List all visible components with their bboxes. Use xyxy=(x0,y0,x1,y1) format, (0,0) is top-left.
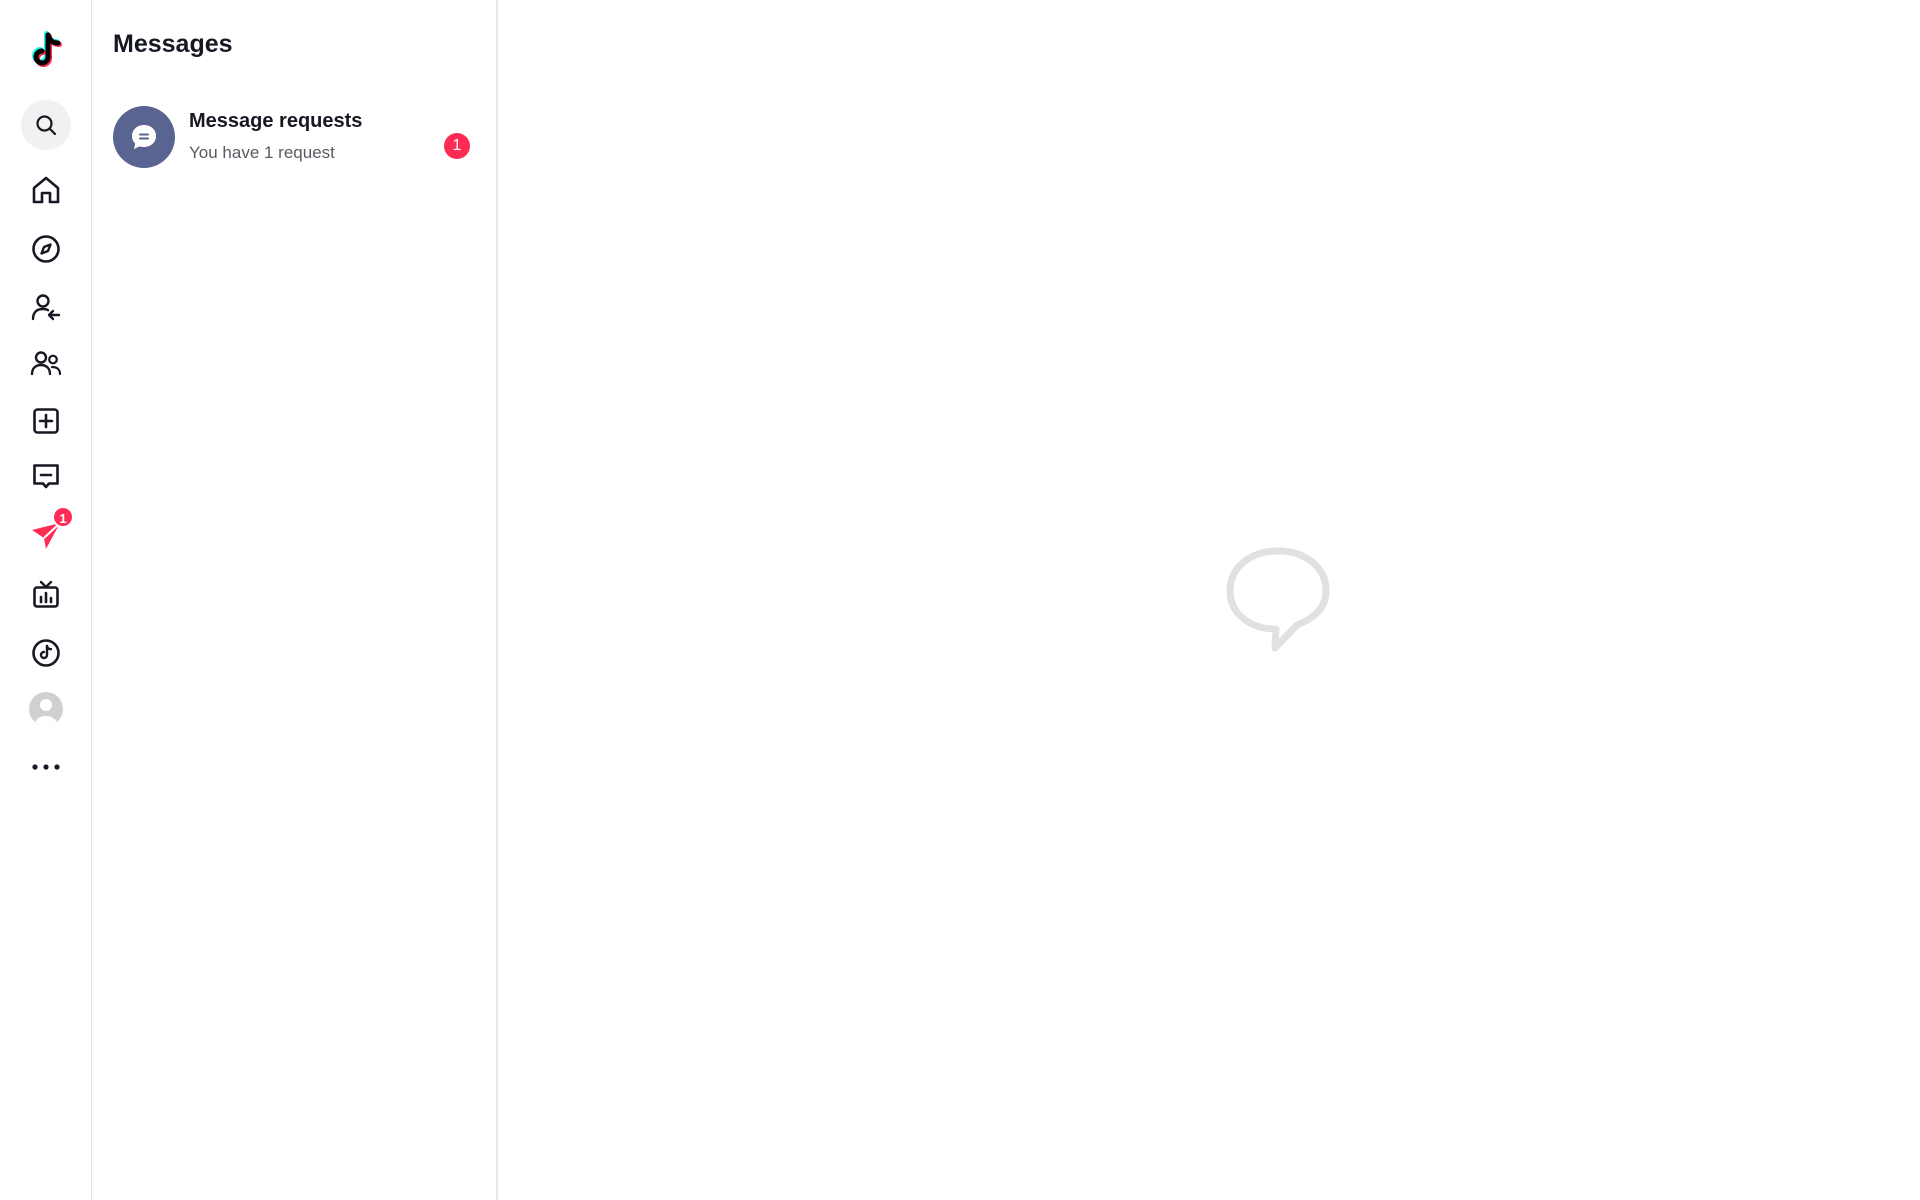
friends-icon xyxy=(30,351,62,376)
empty-chat-icon xyxy=(1226,547,1330,652)
nav-profile[interactable] xyxy=(21,684,71,734)
nav-home[interactable] xyxy=(21,165,71,215)
message-requests-item[interactable]: Message requests You have 1 request 1 xyxy=(92,100,496,174)
nav-inbox[interactable] xyxy=(21,452,71,502)
search-button[interactable] xyxy=(21,100,71,150)
messages-badge: 1 xyxy=(52,506,74,528)
nav-tiktok-studio[interactable] xyxy=(21,628,71,678)
logo-button[interactable] xyxy=(21,26,71,76)
conversation-area xyxy=(498,0,1920,1200)
home-icon xyxy=(32,176,60,204)
app-window: 1 Messages Message requests You have 1 r… xyxy=(0,0,1920,1200)
nav-messages[interactable]: 1 xyxy=(21,506,74,560)
nav-upload[interactable] xyxy=(21,396,71,446)
inbox-icon xyxy=(33,464,59,489)
nav-live[interactable] xyxy=(21,570,71,620)
more-icon xyxy=(32,764,60,770)
message-requests-title: Message requests xyxy=(189,110,363,132)
logo-icon xyxy=(32,31,62,67)
nav-following[interactable] xyxy=(21,283,71,333)
page-title: Messages xyxy=(113,30,233,58)
following-icon xyxy=(31,294,61,321)
messages-panel: Messages Message requests You have 1 req… xyxy=(92,0,498,1200)
chat-bubble-icon xyxy=(132,125,156,149)
profile-avatar-icon xyxy=(29,692,63,726)
live-icon xyxy=(33,580,59,608)
explore-icon xyxy=(32,235,60,263)
nav-explore[interactable] xyxy=(21,224,71,274)
search-icon xyxy=(36,115,57,136)
message-requests-subtitle: You have 1 request xyxy=(189,143,335,162)
nav-friends[interactable] xyxy=(21,339,71,389)
sidebar-rail: 1 xyxy=(0,0,92,1200)
message-requests-badge: 1 xyxy=(444,133,470,159)
nav-more[interactable] xyxy=(21,742,71,792)
message-requests-avatar xyxy=(113,106,175,168)
tiktok-studio-icon xyxy=(32,639,60,667)
upload-icon xyxy=(33,408,59,434)
